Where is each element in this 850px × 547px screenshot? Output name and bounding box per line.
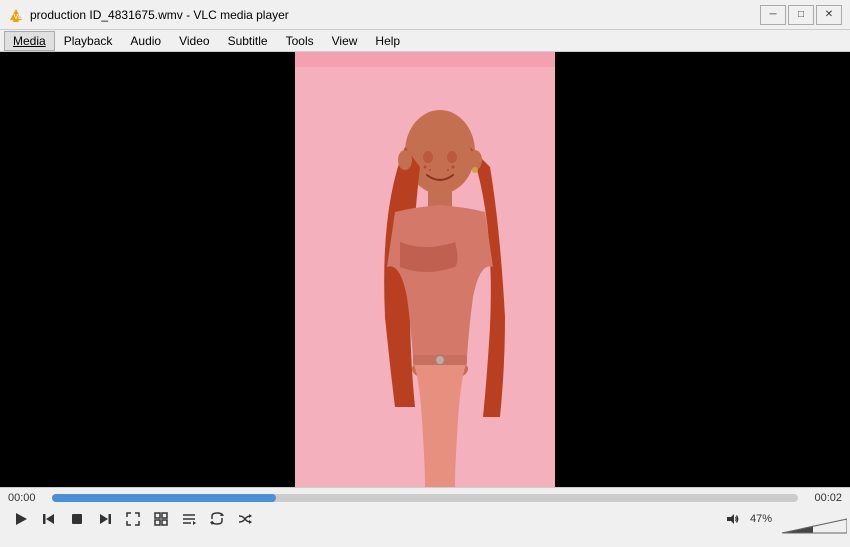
shuffle-icon	[238, 512, 252, 526]
previous-button[interactable]	[36, 508, 62, 530]
next-button[interactable]	[92, 508, 118, 530]
vlc-icon: VLC	[8, 7, 24, 23]
playlist-icon	[182, 512, 196, 526]
next-icon	[98, 512, 112, 526]
menu-view[interactable]: View	[323, 31, 367, 51]
menu-bar: Media Playback Audio Video Subtitle Tool…	[0, 30, 850, 52]
volume-icon	[726, 512, 740, 526]
play-icon	[14, 512, 28, 526]
menu-audio[interactable]: Audio	[121, 31, 170, 51]
window-title: production ID_4831675.wmv - VLC media pl…	[30, 8, 760, 22]
maximize-button[interactable]: □	[788, 5, 814, 25]
controls-bar: 00:00 00:02	[0, 487, 850, 547]
fullscreen-button[interactable]	[120, 508, 146, 530]
stop-icon	[70, 512, 84, 526]
time-total: 00:02	[804, 492, 842, 504]
video-content	[0, 52, 850, 487]
seek-fill	[52, 494, 276, 502]
video-frame	[295, 52, 555, 487]
loop-button[interactable]	[204, 508, 230, 530]
loop-icon	[210, 512, 224, 526]
menu-video[interactable]: Video	[170, 31, 218, 51]
volume-slider[interactable]	[782, 515, 842, 523]
previous-icon	[42, 512, 56, 526]
video-area	[0, 52, 850, 487]
volume-percentage: 47%	[750, 513, 778, 525]
close-button[interactable]: ✕	[816, 5, 842, 25]
playlist-button[interactable]	[176, 508, 202, 530]
video-person	[295, 67, 555, 487]
black-left-bar	[0, 52, 295, 487]
volume-slider-visual	[782, 515, 847, 535]
extended-settings-button[interactable]	[148, 508, 174, 530]
extended-settings-icon	[154, 512, 168, 526]
stop-button[interactable]	[64, 508, 90, 530]
svg-text:VLC: VLC	[14, 14, 25, 21]
minimize-button[interactable]: ─	[760, 5, 786, 25]
menu-playback[interactable]: Playback	[55, 31, 122, 51]
buttons-row: 47%	[8, 508, 842, 530]
title-bar: VLC production ID_4831675.wmv - VLC medi…	[0, 0, 850, 30]
menu-tools[interactable]: Tools	[277, 31, 323, 51]
menu-subtitle[interactable]: Subtitle	[219, 31, 277, 51]
window-controls: ─ □ ✕	[760, 5, 842, 25]
seek-row: 00:00 00:02	[8, 492, 842, 504]
black-right-bar	[555, 52, 850, 487]
seek-bar[interactable]	[52, 494, 798, 502]
fullscreen-icon	[126, 512, 140, 526]
menu-help[interactable]: Help	[366, 31, 409, 51]
time-elapsed: 00:00	[8, 492, 46, 504]
play-button[interactable]	[8, 508, 34, 530]
menu-media[interactable]: Media	[4, 31, 55, 51]
volume-button[interactable]	[720, 508, 746, 530]
shuffle-button[interactable]	[232, 508, 258, 530]
volume-section: 47%	[720, 508, 842, 530]
